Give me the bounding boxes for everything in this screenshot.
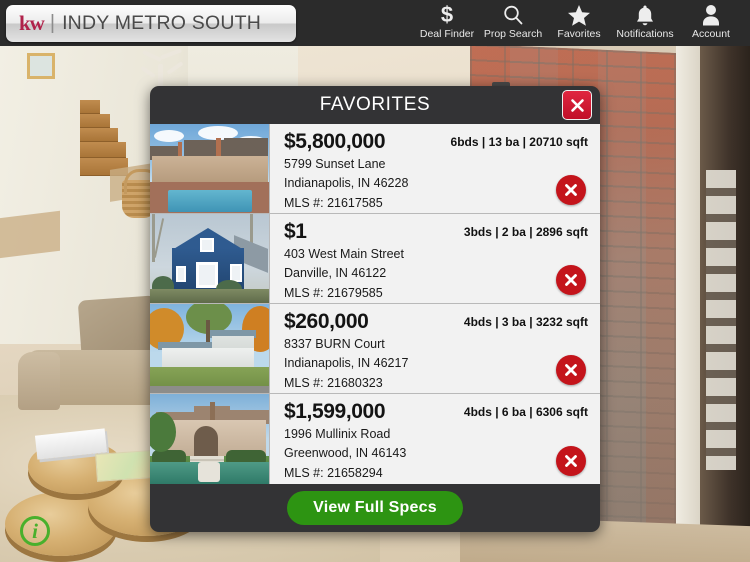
listing-specs: 4bds | 6 ba | 6306 sqft: [463, 405, 588, 419]
staircase: [80, 100, 128, 176]
listing-street: 5799 Sunset Lane: [284, 157, 386, 172]
property-thumbnail[interactable]: [150, 394, 270, 484]
favorites-modal: FAVORITES $5,800,000 5799 Sunset Lane In…: [150, 86, 600, 532]
open-magazine: [95, 450, 153, 482]
listing-mls: MLS #: 21617585: [284, 195, 383, 210]
close-icon: [570, 98, 584, 112]
person-icon: [701, 3, 721, 27]
nav-item-notifications[interactable]: Notifications: [612, 0, 678, 46]
dollar-icon: $: [437, 3, 457, 27]
magnifier-icon: [502, 3, 524, 27]
kw-logo-mark: kw: [19, 11, 45, 35]
property-thumbnail[interactable]: [150, 214, 270, 303]
listing-street: 8337 BURN Court: [284, 337, 385, 352]
listing-info: $1 403 West Main Street Danville, IN 461…: [270, 214, 600, 303]
listing-citystate: Indianapolis, IN 46217: [284, 356, 409, 371]
nav-label: Deal Finder: [419, 28, 475, 40]
favorite-list-item[interactable]: $1,599,000 1996 Mullinix Road Greenwood,…: [150, 394, 600, 484]
info-badge-label: i: [32, 518, 38, 543]
close-icon: [565, 184, 577, 196]
close-icon: [565, 455, 577, 467]
nav-item-favorites[interactable]: Favorites: [546, 0, 612, 46]
listing-specs: 4bds | 3 ba | 3232 sqft: [463, 315, 588, 329]
info-badge[interactable]: i: [20, 516, 50, 546]
right-shelving: [706, 170, 736, 470]
remove-favorite-button[interactable]: [556, 355, 586, 385]
listing-street: 1996 Mullinix Road: [284, 427, 391, 442]
remove-favorite-button[interactable]: [556, 175, 586, 205]
nav-item-deal-finder[interactable]: $ Deal Finder: [414, 0, 480, 46]
listing-specs: 3bds | 2 ba | 2896 sqft: [463, 225, 588, 239]
listing-mls: MLS #: 21680323: [284, 375, 383, 390]
remove-favorite-button[interactable]: [556, 446, 586, 476]
top-navigation-bar: kw | INDY METRO SOUTH $ Deal Finder Prop…: [0, 0, 750, 46]
svg-text:$: $: [441, 3, 453, 27]
listing-info: $1,599,000 1996 Mullinix Road Greenwood,…: [270, 394, 600, 484]
view-full-specs-button[interactable]: View Full Specs: [287, 491, 463, 525]
listing-mls: MLS #: 21679585: [284, 285, 383, 300]
brand-logo[interactable]: kw | INDY METRO SOUTH: [6, 5, 296, 42]
listing-specs: 6bds | 13 ba | 20710 sqft: [450, 135, 588, 149]
favorite-list-item[interactable]: $1 403 West Main Street Danville, IN 461…: [150, 214, 600, 304]
listing-mls: MLS #: 21658294: [284, 465, 383, 480]
nav-label: Account: [692, 28, 730, 40]
wall-picture-frame: [27, 53, 55, 79]
favorite-list-item[interactable]: $5,800,000 5799 Sunset Lane Indianapolis…: [150, 124, 600, 214]
nav-item-prop-search[interactable]: Prop Search: [480, 0, 546, 46]
modal-title: FAVORITES: [319, 94, 431, 115]
close-modal-button[interactable]: [562, 90, 592, 120]
bell-icon: [634, 3, 656, 27]
favorites-list: $5,800,000 5799 Sunset Lane Indianapolis…: [150, 124, 600, 484]
listing-citystate: Danville, IN 46122: [284, 266, 387, 281]
listing-info: $5,800,000 5799 Sunset Lane Indianapolis…: [270, 124, 600, 213]
listing-info: $260,000 8337 BURN Court Indianapolis, I…: [270, 304, 600, 393]
nav-label: Prop Search: [483, 28, 543, 40]
star-icon: [567, 3, 591, 27]
close-icon: [565, 364, 577, 376]
modal-header: FAVORITES: [150, 86, 600, 124]
nav-label: Notifications: [616, 28, 674, 40]
listing-citystate: Indianapolis, IN 46228: [284, 176, 409, 191]
door-frame: [676, 44, 702, 562]
remove-favorite-button[interactable]: [556, 265, 586, 295]
listing-street: 403 West Main Street: [284, 247, 404, 262]
listing-citystate: Greenwood, IN 46143: [284, 446, 407, 461]
property-thumbnail[interactable]: [150, 304, 270, 393]
favorite-list-item[interactable]: $260,000 8337 BURN Court Indianapolis, I…: [150, 304, 600, 394]
close-icon: [565, 274, 577, 286]
property-thumbnail[interactable]: [150, 124, 270, 213]
nav-items: $ Deal Finder Prop Search Favorites Noti…: [414, 0, 744, 46]
sofa-arm: [18, 352, 60, 410]
logo-divider: |: [49, 12, 56, 34]
market-center-name: INDY METRO SOUTH: [62, 12, 261, 34]
modal-footer: View Full Specs: [150, 484, 600, 532]
nav-item-account[interactable]: Account: [678, 0, 744, 46]
nav-label: Favorites: [557, 28, 601, 40]
